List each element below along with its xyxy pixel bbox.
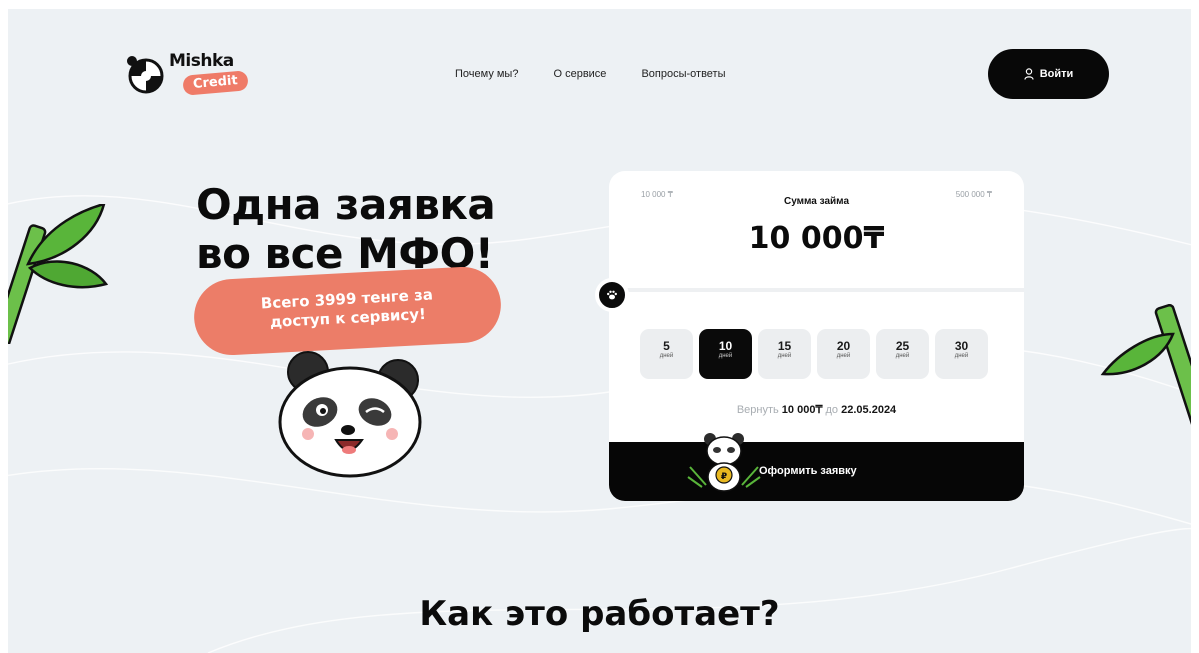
page-background: Mishka Credit Почему мы? О сервисе Вопро…: [8, 9, 1191, 653]
return-summary: Вернуть 10 000₸ до 22.05.2024: [609, 403, 1024, 416]
user-icon: [1024, 68, 1034, 80]
panda-coin-illustration: ₽: [687, 433, 761, 492]
amount-label: Сумма займа: [783, 196, 850, 207]
brand-logo[interactable]: Mishka Credit: [123, 49, 253, 101]
nav-link-why-us[interactable]: Почему мы?: [455, 68, 518, 80]
term-unit: дней: [895, 353, 910, 359]
term-unit: дней: [777, 353, 792, 359]
term-unit: дней: [836, 353, 851, 359]
main-nav: Почему мы? О сервисе Вопросы-ответы: [455, 68, 765, 80]
term-number: 5: [663, 339, 670, 353]
submit-application-button[interactable]: Оформить заявку: [609, 442, 1024, 501]
amount-slider-handle[interactable]: [595, 278, 629, 312]
return-amount: 10 000₸: [781, 404, 823, 416]
term-number: 30: [954, 339, 969, 353]
term-option-30[interactable]: 30 дней: [935, 329, 988, 379]
return-date: 22.05.2024: [841, 404, 897, 416]
hero-title-line1: Одна заявка: [196, 180, 496, 229]
term-number: 20: [836, 339, 851, 353]
term-unit: дней: [718, 353, 733, 359]
loan-calculator-card: 10 000 ₸ 500 000 ₸ Сумма займа 10 000₸ 5…: [609, 171, 1024, 501]
panda-mascot-illustration: [278, 351, 422, 478]
return-prefix: Вернуть: [736, 404, 779, 416]
bamboo-left-illustration: [8, 204, 109, 344]
amount-slider-track[interactable]: [609, 288, 1024, 292]
brand-sub: Credit: [182, 70, 249, 96]
term-option-15[interactable]: 15 дней: [758, 329, 811, 379]
term-number: 15: [777, 339, 792, 353]
term-number: 25: [895, 339, 910, 353]
nav-link-about[interactable]: О сервисе: [553, 68, 606, 80]
term-option-5[interactable]: 5 дней: [640, 329, 693, 379]
term-number: 10: [718, 339, 733, 353]
paw-icon: [607, 290, 617, 300]
hero-title: Одна заявка во все МФО!: [196, 180, 526, 278]
term-option-10[interactable]: 10 дней: [699, 329, 752, 379]
panda-logo-icon: [127, 56, 164, 94]
term-selector: 5 дней 10 дней 15 дней 20 дней 25 дней 3…: [640, 329, 988, 379]
nav-link-faq[interactable]: Вопросы-ответы: [641, 68, 725, 80]
bamboo-right-illustration: [1100, 304, 1191, 434]
login-label: Войти: [1039, 68, 1074, 80]
term-unit: дней: [659, 353, 674, 359]
term-option-25[interactable]: 25 дней: [876, 329, 929, 379]
term-option-20[interactable]: 20 дней: [817, 329, 870, 379]
login-button[interactable]: Войти: [988, 49, 1109, 99]
submit-label: Оформить заявку: [759, 465, 857, 477]
amount-value: 10 000₸: [748, 221, 885, 256]
section-title: Как это работает?: [419, 594, 780, 634]
brand-name: Mishka: [169, 51, 234, 71]
return-mid: до: [825, 404, 839, 416]
term-unit: дней: [954, 353, 969, 359]
svg-text:₽: ₽: [721, 472, 727, 482]
